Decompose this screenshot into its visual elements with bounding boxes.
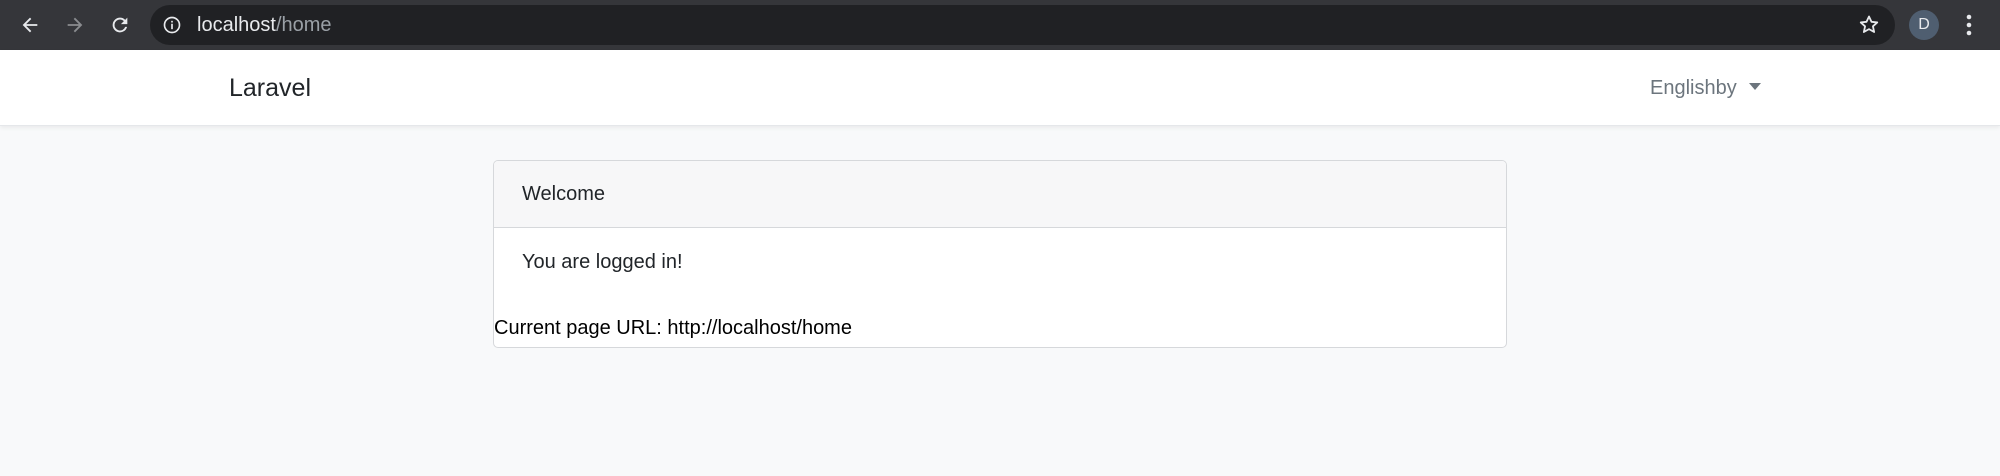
url-path: /home: [275, 14, 332, 36]
site-navbar: Laravel Englishby: [0, 50, 2000, 126]
profile-avatar[interactable]: D: [1909, 10, 1939, 40]
brand-link[interactable]: Laravel: [229, 50, 311, 126]
address-bar[interactable]: localhost/home: [150, 5, 1895, 45]
language-dropdown-label: Englishby: [1650, 77, 1737, 99]
address-url[interactable]: localhost/home: [197, 5, 332, 45]
reload-button[interactable]: [102, 7, 138, 43]
browser-toolbar: localhost/home D: [0, 0, 2000, 50]
reload-icon: [112, 17, 128, 33]
vertical-dots-icon[interactable]: [1957, 9, 1981, 41]
caret-down-icon: [1748, 83, 1761, 90]
welcome-card: Welcome You are logged in! Current page …: [493, 160, 1507, 348]
arrow-right-icon: [67, 17, 83, 33]
star-icon[interactable]: [1857, 13, 1881, 37]
forward-button[interactable]: [57, 7, 93, 43]
info-icon[interactable]: [162, 15, 182, 35]
arrow-left-icon: [22, 17, 38, 33]
current-url-text: Current page URL: http://localhost/home: [494, 317, 852, 339]
language-dropdown[interactable]: Englishby: [1650, 50, 1761, 126]
card-header: Welcome: [494, 161, 1506, 228]
url-host: localhost: [197, 14, 276, 36]
login-status-text: You are logged in!: [522, 251, 683, 273]
back-button[interactable]: [12, 7, 48, 43]
